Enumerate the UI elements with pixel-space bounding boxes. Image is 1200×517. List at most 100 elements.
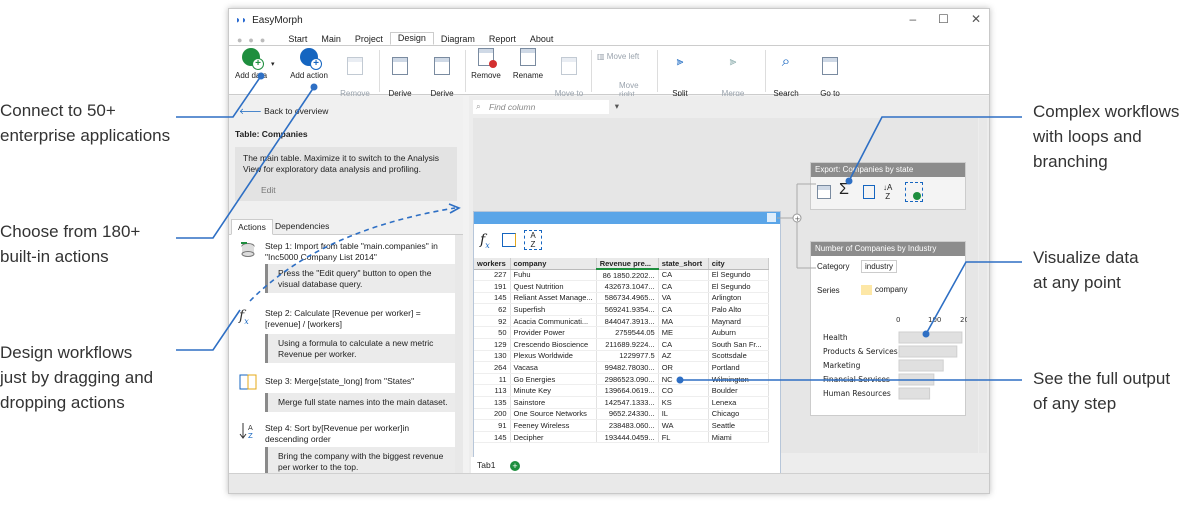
- table-cell[interactable]: CA: [658, 303, 709, 316]
- table-row[interactable]: 200 One Source Networks 9652.24330... IL Chi…: [474, 408, 769, 421]
- table-cell[interactable]: El Segundo: [708, 280, 769, 293]
- table-cell[interactable]: 211689.9224...: [596, 338, 659, 351]
- table-cell[interactable]: 844047.3913...: [596, 315, 659, 328]
- table-cell[interactable]: Lenexa: [708, 396, 769, 409]
- table-cell[interactable]: CO: [658, 384, 709, 398]
- table-cell[interactable]: 62: [474, 303, 511, 316]
- table-cell[interactable]: Seattle: [708, 419, 769, 432]
- table-cell[interactable]: 139664.0619...: [596, 384, 659, 398]
- back-to-overview-link[interactable]: 🡐 Back to overview: [229, 96, 463, 117]
- table-cell[interactable]: One Source Networks: [510, 408, 597, 421]
- bar[interactable]: [898, 373, 935, 386]
- find-column-input[interactable]: ⌕ Find column ▾: [473, 100, 619, 114]
- table-cell[interactable]: 135: [474, 396, 511, 409]
- table-cell[interactable]: Decipher: [510, 431, 597, 444]
- export-run-icon[interactable]: [905, 182, 923, 202]
- table-cell[interactable]: 264: [474, 361, 511, 374]
- table-cell[interactable]: 200: [474, 408, 511, 421]
- move-right-button[interactable]: Move right: [597, 72, 639, 99]
- find-dropdown-icon[interactable]: ▾: [615, 101, 619, 112]
- table-cell[interactable]: CA: [658, 280, 709, 293]
- table-cell[interactable]: CA: [658, 338, 709, 351]
- chart-category-select[interactable]: industry: [861, 260, 898, 273]
- rename-button[interactable]: Rename: [511, 48, 545, 80]
- table-row[interactable]: 11 Go Energies 2986523.090... NC Wilmington: [474, 373, 769, 386]
- table-row[interactable]: 92 Acacia Communicati... 844047.3913... MA M…: [474, 315, 769, 328]
- menu-main[interactable]: Main: [314, 34, 348, 45]
- tab-actions[interactable]: Actions: [231, 219, 273, 235]
- export-box[interactable]: Export: Companies by state Σ ↓A Z: [810, 162, 966, 210]
- bar[interactable]: [898, 331, 963, 344]
- bar[interactable]: [898, 345, 958, 358]
- diagram-canvas[interactable]: fx AZ workers company Revenue pre... sta…: [473, 118, 978, 474]
- table-cell[interactable]: 50: [474, 326, 511, 340]
- table-cell[interactable]: 432673.1047...: [596, 280, 659, 293]
- menu-diagram[interactable]: Diagram: [434, 34, 482, 45]
- menu-project[interactable]: Project: [348, 34, 390, 45]
- table-cell[interactable]: Arlington: [708, 292, 769, 305]
- table-row[interactable]: 145 Decipher 193444.0459... FL Miami: [474, 431, 769, 444]
- table-cell[interactable]: Vacasa: [510, 361, 597, 374]
- minimize-icon[interactable]: –: [909, 12, 916, 26]
- table-cell[interactable]: Wilmington: [708, 373, 769, 386]
- quick-access-dots-icon[interactable]: ●●●: [237, 35, 271, 45]
- table-row[interactable]: 130 Plexus Worldwide 1229977.5 AZ Scottsdale: [474, 350, 769, 363]
- table-cell[interactable]: VA: [658, 292, 709, 305]
- add-action-button[interactable]: Add action: [287, 48, 331, 80]
- table-cell[interactable]: Chicago: [708, 408, 769, 421]
- table-cell[interactable]: 9652.24330...: [596, 408, 659, 421]
- table-cell[interactable]: Boulder: [708, 384, 769, 398]
- table-row[interactable]: 145 Reliant Asset Manage... 586734.4965...…: [474, 292, 769, 305]
- add-data-dropdown-icon[interactable]: ▾: [271, 60, 275, 69]
- table-cell[interactable]: 2986523.090...: [596, 373, 659, 386]
- table-cell[interactable]: 11: [474, 373, 511, 386]
- menu-design[interactable]: Design: [389, 32, 434, 45]
- table-cell[interactable]: WA: [658, 419, 709, 432]
- step-4-title[interactable]: Step 4: Sort by[Revenue per worker]in de…: [265, 423, 445, 444]
- table-cell[interactable]: 86 1850.2202...: [596, 269, 659, 282]
- table-cell[interactable]: 130: [474, 350, 511, 363]
- table-cell[interactable]: 193444.0459...: [596, 431, 659, 444]
- table-cell[interactable]: FL: [658, 431, 709, 444]
- menu-start[interactable]: Start: [281, 34, 314, 45]
- aggregate-sigma-icon[interactable]: Σ: [839, 181, 849, 199]
- table-cell[interactable]: 238483.060...: [596, 419, 659, 432]
- grid-formula-icon[interactable]: fx: [480, 232, 490, 250]
- table-cell[interactable]: 129: [474, 338, 511, 351]
- table-cell[interactable]: Fuhu: [510, 269, 597, 282]
- table-cell[interactable]: ME: [658, 326, 709, 340]
- table-cell[interactable]: OR: [658, 361, 709, 374]
- col-company[interactable]: company: [510, 258, 597, 270]
- table-cell[interactable]: 2759544.05: [596, 326, 659, 340]
- pivot-icon[interactable]: [863, 185, 875, 199]
- menu-about[interactable]: About: [523, 34, 561, 45]
- step-3-title[interactable]: Step 3: Merge[state_long] from "States": [265, 376, 445, 387]
- table-cell[interactable]: IL: [658, 408, 709, 421]
- move-left-button[interactable]: ▥ Move left: [597, 52, 639, 61]
- bar[interactable]: [898, 387, 931, 400]
- bar[interactable]: [898, 359, 944, 372]
- table-cell[interactable]: Sainstore: [510, 396, 597, 409]
- table-cell[interactable]: 227: [474, 269, 511, 282]
- grid-sort-icon[interactable]: AZ: [524, 230, 542, 250]
- table-cell[interactable]: Provider Power: [510, 326, 597, 340]
- tab-dependencies[interactable]: Dependencies: [269, 219, 335, 235]
- menu-report[interactable]: Report: [482, 34, 523, 45]
- col-state-short[interactable]: state_short: [658, 258, 709, 270]
- table-row[interactable]: 264 Vacasa 99482.78030... OR Portland: [474, 361, 769, 374]
- table-cell[interactable]: Feeney Wireless: [510, 419, 597, 432]
- table-cell[interactable]: 1229977.5: [596, 350, 659, 363]
- grid-merge-icon[interactable]: [502, 233, 516, 247]
- table-row[interactable]: 135 Sainstore 142547.1333... KS Lenexa: [474, 396, 769, 409]
- table-cell[interactable]: 586734.4965...: [596, 292, 659, 305]
- table-cell[interactable]: 145: [474, 431, 511, 444]
- table-cell[interactable]: 145: [474, 292, 511, 305]
- table-cell[interactable]: Minute Key: [510, 384, 597, 398]
- grid-maximize-icon[interactable]: [767, 213, 776, 222]
- table-cell[interactable]: KS: [658, 396, 709, 409]
- sort-az-icon[interactable]: ↓A Z: [883, 183, 892, 201]
- remove-button[interactable]: Remove: [469, 48, 503, 80]
- table-cell[interactable]: Plexus Worldwide: [510, 350, 597, 363]
- table-cell[interactable]: 191: [474, 280, 511, 293]
- table-cell[interactable]: 91: [474, 419, 511, 432]
